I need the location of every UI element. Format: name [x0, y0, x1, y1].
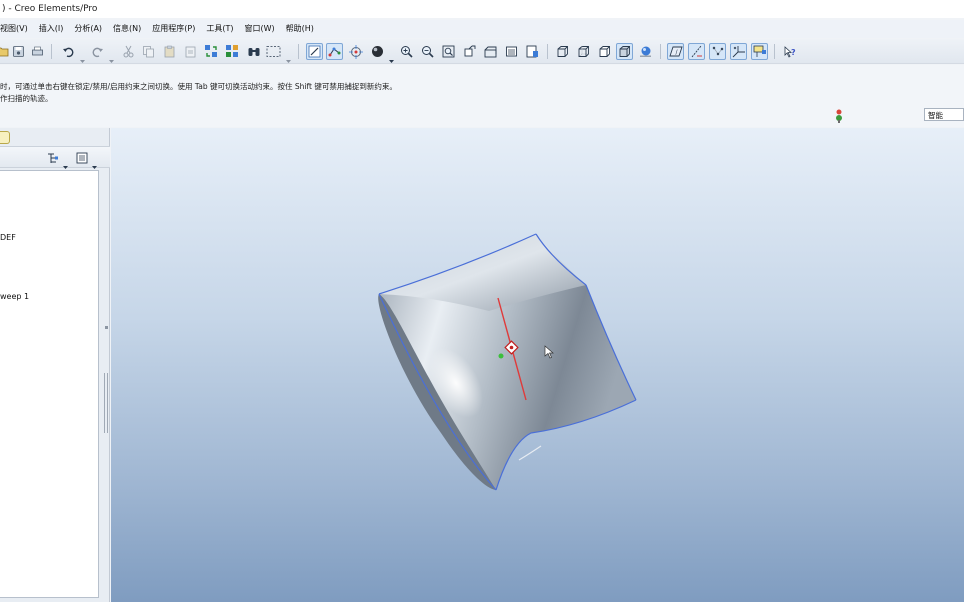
folder-tab-icon[interactable] — [0, 131, 10, 144]
paste-icon[interactable] — [161, 43, 178, 60]
datum-plane-icon[interactable]: / — [667, 43, 684, 60]
message-line-1: 时，可通过单击右键在锁定/禁用/启用约束之间切换。使用 Tab 键可切换活动约束… — [0, 82, 397, 91]
datum-point-icon[interactable] — [709, 43, 726, 60]
surface-marking — [518, 445, 542, 461]
menu-bar: 视图(V) 插入(I) 分析(A) 信息(N) 应用程序(P) 工具(T) 窗口… — [0, 20, 964, 38]
menu-help[interactable]: 帮助(H) — [281, 20, 320, 38]
message-line-2: 作扫描的轨迹。 — [0, 94, 53, 103]
menu-analysis[interactable]: 分析(A) — [69, 20, 108, 38]
spin-center-icon[interactable] — [347, 43, 364, 60]
select-box-icon[interactable] — [265, 43, 282, 60]
datum-display-icon[interactable] — [326, 43, 343, 60]
copy-icon[interactable] — [140, 43, 157, 60]
whats-this-icon[interactable]: ? — [781, 43, 798, 60]
undo-dropdown-icon[interactable] — [80, 49, 85, 63]
trajectory-point[interactable] — [498, 353, 504, 359]
menu-window[interactable]: 窗口(W) — [240, 20, 281, 38]
message-area: 时，可通过单击右键在锁定/禁用/启用约束之间切换。使用 Tab 键可切换活动约束… — [0, 65, 964, 127]
tree-settings-icon[interactable] — [44, 149, 61, 166]
cut-icon[interactable] — [120, 43, 137, 60]
tree-item-def[interactable]: DEF — [0, 233, 16, 242]
refit-icon[interactable] — [440, 43, 457, 60]
tree-show-icon[interactable] — [73, 149, 90, 166]
shaded-icon[interactable] — [616, 43, 633, 60]
show-dropdown-icon[interactable] — [92, 155, 97, 169]
reorient-icon[interactable] — [461, 43, 478, 60]
swept-surface-model[interactable] — [111, 128, 964, 602]
zoom-out-icon[interactable] — [419, 43, 436, 60]
model-tree-header — [0, 146, 110, 169]
graphics-viewport[interactable] — [111, 128, 964, 602]
wireframe-icon[interactable] — [554, 43, 571, 60]
no-hidden-icon[interactable] — [596, 43, 613, 60]
datum-axis-icon[interactable] — [688, 43, 705, 60]
paste-special-icon[interactable] — [182, 43, 199, 60]
menu-view[interactable]: 视图(V) — [0, 20, 34, 38]
layers-icon[interactable] — [503, 43, 520, 60]
menu-tools[interactable]: 工具(T) — [201, 20, 239, 38]
toolbar-separator — [774, 44, 775, 59]
redo-icon[interactable] — [89, 43, 106, 60]
redo-dropdown-icon[interactable] — [109, 49, 114, 63]
view-manager-icon[interactable] — [524, 43, 541, 60]
saved-views-icon[interactable] — [482, 43, 499, 60]
hidden-line-icon[interactable] — [575, 43, 592, 60]
svg-text:?: ? — [791, 48, 796, 57]
find-icon[interactable] — [245, 43, 262, 60]
creo-window: ) - Creo Elements/Pro 视图(V) 插入(I) 分析(A) … — [0, 0, 964, 602]
origin-marker-dot — [509, 345, 514, 350]
menu-applications[interactable]: 应用程序(P) — [147, 20, 201, 38]
enhanced-realism-icon[interactable] — [637, 43, 654, 60]
print-icon[interactable] — [29, 43, 46, 60]
tree-item-sweep[interactable]: weep 1 — [0, 292, 29, 301]
panel-splitter[interactable] — [104, 373, 108, 433]
toolbar-separator — [547, 44, 548, 59]
save-icon[interactable] — [10, 43, 27, 60]
coordinate-system-icon[interactable] — [730, 43, 747, 60]
menu-insert[interactable]: 插入(I) — [34, 20, 70, 38]
status-light-icon[interactable] — [834, 108, 844, 123]
splitter-marker — [105, 326, 108, 329]
select-dropdown-icon[interactable] — [286, 49, 291, 63]
regenerate-icon[interactable] — [203, 43, 220, 60]
zoom-in-icon[interactable] — [398, 43, 415, 60]
regenerate-manager-icon[interactable] — [224, 43, 241, 60]
toolbar-separator — [660, 44, 661, 59]
shading-dropdown-icon[interactable] — [389, 49, 394, 63]
title-bar: ) - Creo Elements/Pro — [0, 0, 964, 18]
navigator-panel: DEF weep 1 — [0, 128, 110, 602]
annotation-icon[interactable] — [751, 43, 768, 60]
sketch-icon[interactable] — [306, 43, 323, 60]
model-tree: DEF weep 1 — [0, 170, 99, 598]
selection-filter-select[interactable]: 智能 — [924, 108, 964, 121]
window-title: ) - Creo Elements/Pro — [2, 4, 98, 14]
main-toolbar: / ? — [0, 39, 964, 64]
undo-icon[interactable] — [60, 43, 77, 60]
toolbar-separator — [51, 44, 52, 59]
menu-info[interactable]: 信息(N) — [108, 20, 147, 38]
toolbar-separator — [298, 44, 299, 59]
settings-dropdown-icon[interactable] — [63, 155, 68, 169]
shading-icon[interactable] — [369, 43, 386, 60]
